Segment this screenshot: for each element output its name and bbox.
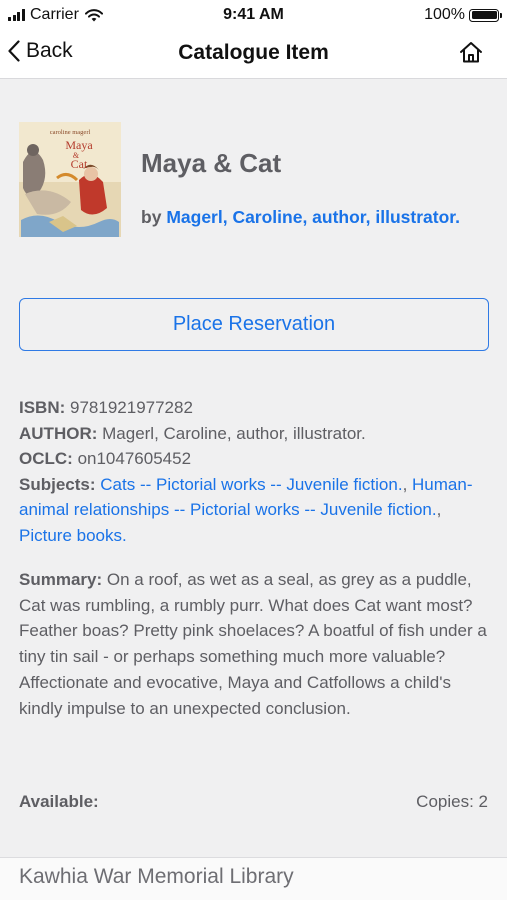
subject-link[interactable]: Picture books. — [19, 526, 127, 545]
page-title: Catalogue Item — [178, 41, 329, 64]
navigation-bar: Back Catalogue Item — [0, 30, 507, 79]
item-byline: by Magerl, Caroline, author, illustrator… — [141, 207, 460, 228]
back-label: Back — [26, 39, 73, 62]
cover-title-line-1: Maya — [65, 138, 93, 152]
back-button[interactable]: Back — [8, 39, 73, 63]
isbn-value: 9781921977282 — [70, 398, 193, 417]
author-link[interactable]: Magerl, Caroline, author, illustrator. — [166, 207, 460, 227]
author-value: Magerl, Caroline, author, illustrator. — [102, 423, 366, 443]
available-label: Available: — [19, 792, 99, 811]
subject-link[interactable]: Cats -- Pictorial works -- Juvenile fict… — [100, 475, 402, 494]
oclc-value: on1047605452 — [77, 449, 192, 468]
chevron-left-icon — [8, 40, 20, 62]
battery-tip — [500, 12, 502, 18]
home-icon[interactable] — [459, 41, 483, 63]
by-prefix: by — [141, 207, 162, 227]
author-row: AUTHOR: Magerl, Caroline, author, illust… — [19, 421, 491, 447]
cover-author-text: caroline magerl — [50, 129, 91, 136]
subject-separator: , — [402, 474, 413, 494]
book-cover-illustration: caroline magerl Maya & Cat — [19, 122, 121, 237]
summary-label: Summary: — [19, 570, 103, 589]
battery-fill — [471, 11, 497, 19]
status-right: 100% — [424, 6, 502, 24]
item-details: ISBN: 9781921977282 AUTHOR: Magerl, Caro… — [19, 395, 491, 548]
item-title: Maya & Cat — [141, 148, 282, 178]
author-label: AUTHOR: — [19, 423, 98, 443]
isbn-row: ISBN: 9781921977282 — [19, 395, 491, 421]
battery-icon — [469, 8, 502, 22]
status-bar: Carrier 9:41 AM 100% — [0, 0, 507, 30]
library-name: Kawhia War Memorial Library — [19, 865, 294, 888]
place-reservation-button[interactable]: Place Reservation — [19, 298, 489, 351]
summary-text: On a roof, as wet as a seal, as grey as … — [19, 570, 487, 718]
catalogue-item-screen: Carrier 9:41 AM 100% Back Catalogue Item — [0, 0, 507, 900]
copies-count: Copies: 2 — [416, 792, 488, 811]
summary: Summary: On a roof, as wet as a seal, as… — [19, 567, 489, 721]
oclc-row: OCLC: on1047605452 — [19, 446, 491, 472]
book-cover-image: caroline magerl Maya & Cat — [19, 122, 121, 237]
battery-percent: 100% — [424, 6, 465, 23]
subjects-label: Subjects: — [19, 474, 96, 494]
subject-separator: , — [436, 500, 442, 519]
subjects-row: Subjects: Cats -- Pictorial works -- Juv… — [19, 472, 491, 549]
library-footer: Kawhia War Memorial Library — [0, 857, 507, 900]
isbn-label: ISBN: — [19, 398, 66, 417]
cover-title-line-3: Cat — [71, 157, 88, 171]
oclc-label: OCLC: — [19, 449, 73, 468]
